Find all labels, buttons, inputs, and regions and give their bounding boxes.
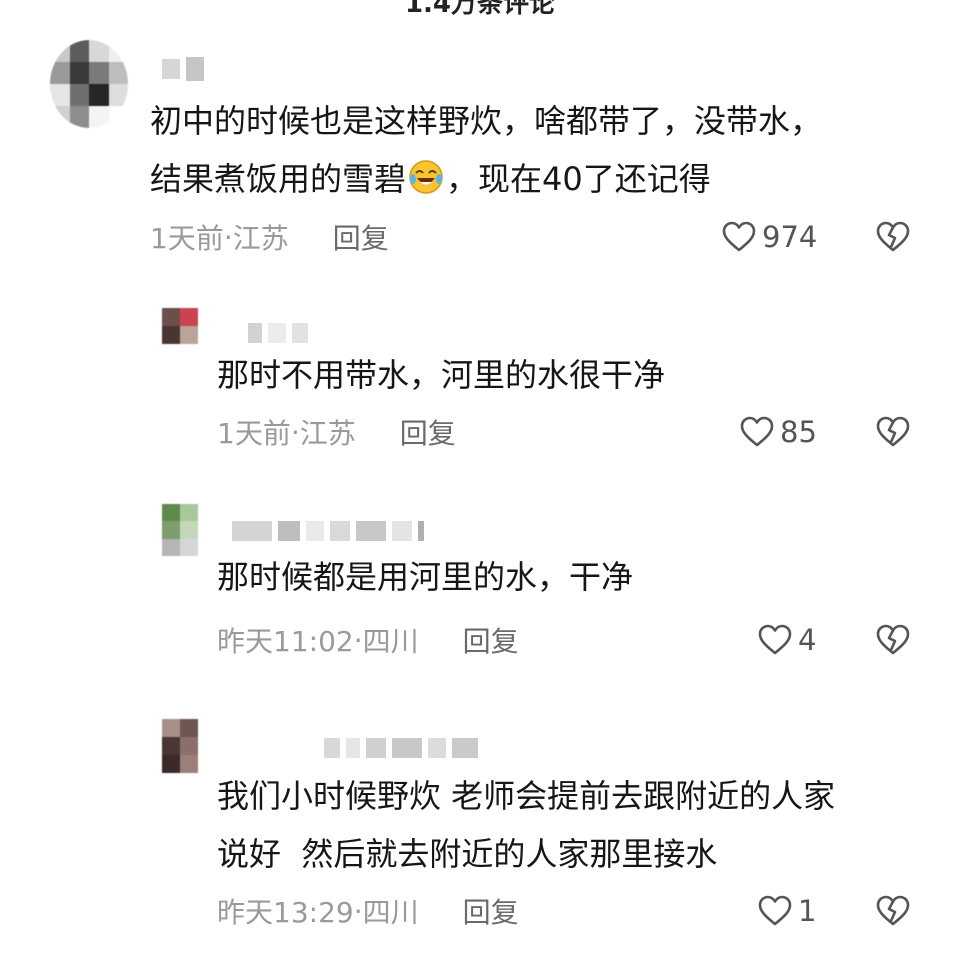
comment-text: 那时候都是用河里的水，干净 bbox=[217, 548, 633, 606]
comment-meta: 昨天13:29 · 四川 回复 bbox=[217, 891, 519, 931]
meta-separator: · bbox=[290, 415, 300, 449]
meta-separator: · bbox=[353, 623, 363, 657]
broken-heart-icon bbox=[876, 895, 910, 926]
like-count: 85 bbox=[780, 415, 817, 449]
avatar[interactable] bbox=[162, 308, 198, 344]
reply-button[interactable]: 回复 bbox=[463, 620, 519, 660]
heart-outline-icon bbox=[740, 416, 774, 447]
username-blurred[interactable] bbox=[248, 320, 308, 346]
comment-time: 1天前 bbox=[217, 417, 291, 450]
like-button[interactable]: 85 bbox=[740, 412, 817, 452]
comment-location: 江苏 bbox=[232, 222, 289, 255]
reply-button[interactable]: 回复 bbox=[333, 217, 389, 257]
avatar[interactable] bbox=[162, 504, 198, 556]
username-blurred[interactable] bbox=[232, 518, 424, 544]
meta-separator: · bbox=[353, 894, 363, 928]
heart-outline-icon bbox=[758, 895, 792, 926]
laughing-crying-emoji-icon bbox=[409, 160, 443, 194]
reply-button[interactable]: 回复 bbox=[400, 412, 456, 452]
reply-item: 那时不用带水，河里的水很干净 1天前 · 江苏 回复 85 bbox=[0, 290, 960, 470]
dislike-button[interactable] bbox=[876, 412, 910, 452]
heart-outline-icon bbox=[722, 221, 756, 252]
like-count: 974 bbox=[762, 220, 818, 254]
broken-heart-icon bbox=[876, 221, 910, 252]
comment-meta: 昨天11:02 · 四川 回复 bbox=[217, 620, 519, 660]
comment-line: 初中的时候也是这样野炊，啥都带了，没带水， bbox=[150, 102, 823, 140]
comment-text: 我们小时候野炊 老师会提前去跟附近的人家 说好 然后就去附近的人家那里接水 bbox=[217, 767, 835, 883]
broken-heart-icon bbox=[876, 416, 910, 447]
comment-time: 昨天13:29 bbox=[217, 896, 354, 929]
like-button[interactable]: 974 bbox=[722, 217, 817, 257]
username-blurred[interactable] bbox=[324, 735, 478, 761]
comment-location: 四川 bbox=[362, 896, 419, 929]
comment-line: 说好 然后就去附近的人家那里接水 bbox=[217, 835, 718, 873]
comment-text: 那时不用带水，河里的水很干净 bbox=[217, 346, 665, 404]
comment-item: 初中的时候也是这样野炊，啥都带了，没带水， 结果煮饭用的雪碧 ，现在40了还记得… bbox=[0, 0, 960, 270]
comment-line: 那时候都是用河里的水，干净 bbox=[217, 558, 634, 596]
reply-button[interactable]: 回复 bbox=[463, 891, 519, 931]
avatar[interactable] bbox=[50, 40, 128, 128]
comment-time: 1天前 bbox=[150, 222, 224, 255]
like-button[interactable]: 4 bbox=[758, 620, 816, 660]
comment-line: 结果煮饭用的雪碧 ，现在40了还记得 bbox=[150, 160, 711, 198]
reply-item: 那时候都是用河里的水，干净 昨天11:02 · 四川 回复 4 bbox=[0, 490, 960, 690]
comment-line: 我们小时候野炊 老师会提前去跟附近的人家 bbox=[217, 777, 836, 815]
meta-separator: · bbox=[223, 220, 233, 254]
like-count: 1 bbox=[798, 894, 817, 928]
dislike-button[interactable] bbox=[876, 620, 910, 660]
comment-meta: 1天前 · 江苏 回复 bbox=[150, 217, 389, 257]
comment-text: 初中的时候也是这样野炊，啥都带了，没带水， 结果煮饭用的雪碧 ，现在40了还记得 bbox=[150, 92, 822, 208]
comment-location: 四川 bbox=[362, 625, 419, 658]
username-blurred[interactable] bbox=[162, 56, 204, 82]
avatar[interactable] bbox=[162, 719, 198, 773]
like-button[interactable]: 1 bbox=[758, 891, 816, 931]
heart-outline-icon bbox=[758, 624, 792, 655]
like-count: 4 bbox=[798, 623, 817, 657]
dislike-button[interactable] bbox=[876, 891, 910, 931]
reply-item: 我们小时候野炊 老师会提前去跟附近的人家 说好 然后就去附近的人家那里接水 昨天… bbox=[0, 705, 960, 963]
broken-heart-icon bbox=[876, 624, 910, 655]
comment-location: 江苏 bbox=[299, 417, 356, 450]
comment-line: 那时不用带水，河里的水很干净 bbox=[217, 356, 666, 394]
comment-meta: 1天前 · 江苏 回复 bbox=[217, 412, 456, 452]
dislike-button[interactable] bbox=[876, 217, 910, 257]
comment-time: 昨天11:02 bbox=[217, 625, 354, 658]
